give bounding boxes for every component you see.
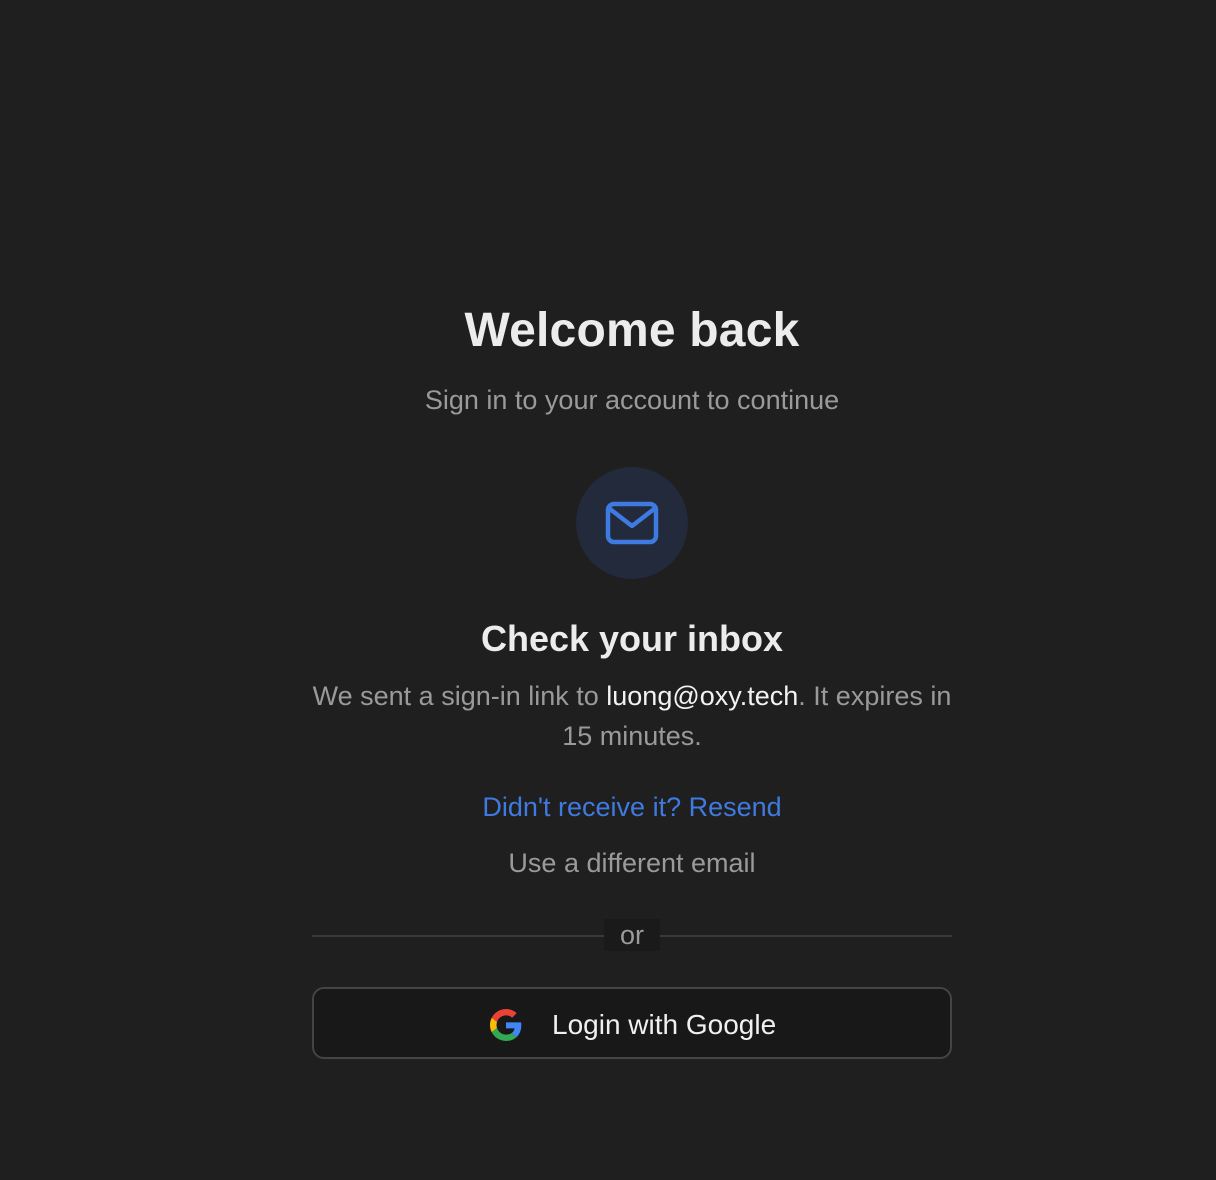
google-icon [490, 1009, 522, 1041]
inbox-message: We sent a sign-in link to luong@oxy.tech… [312, 676, 952, 756]
mail-icon [605, 501, 659, 545]
mail-icon-badge [576, 467, 688, 579]
login-page: Welcome back Sign in to your account to … [0, 0, 1216, 1180]
login-with-google-button[interactable]: Login with Google [312, 987, 952, 1059]
use-different-email-link[interactable]: Use a different email [312, 846, 952, 880]
divider-or-label: or [604, 919, 660, 951]
page-title: Welcome back [464, 304, 800, 357]
inbox-title: Check your inbox [480, 618, 784, 659]
resend-link[interactable]: Didn't receive it? Resend [312, 790, 952, 824]
inbox-message-prefix: We sent a sign-in link to [312, 681, 607, 711]
sent-email-address: luong@oxy.tech [606, 681, 799, 711]
page-subtitle: Sign in to your account to continue [424, 385, 840, 415]
login-with-google-label: Login with Google [552, 1009, 777, 1040]
